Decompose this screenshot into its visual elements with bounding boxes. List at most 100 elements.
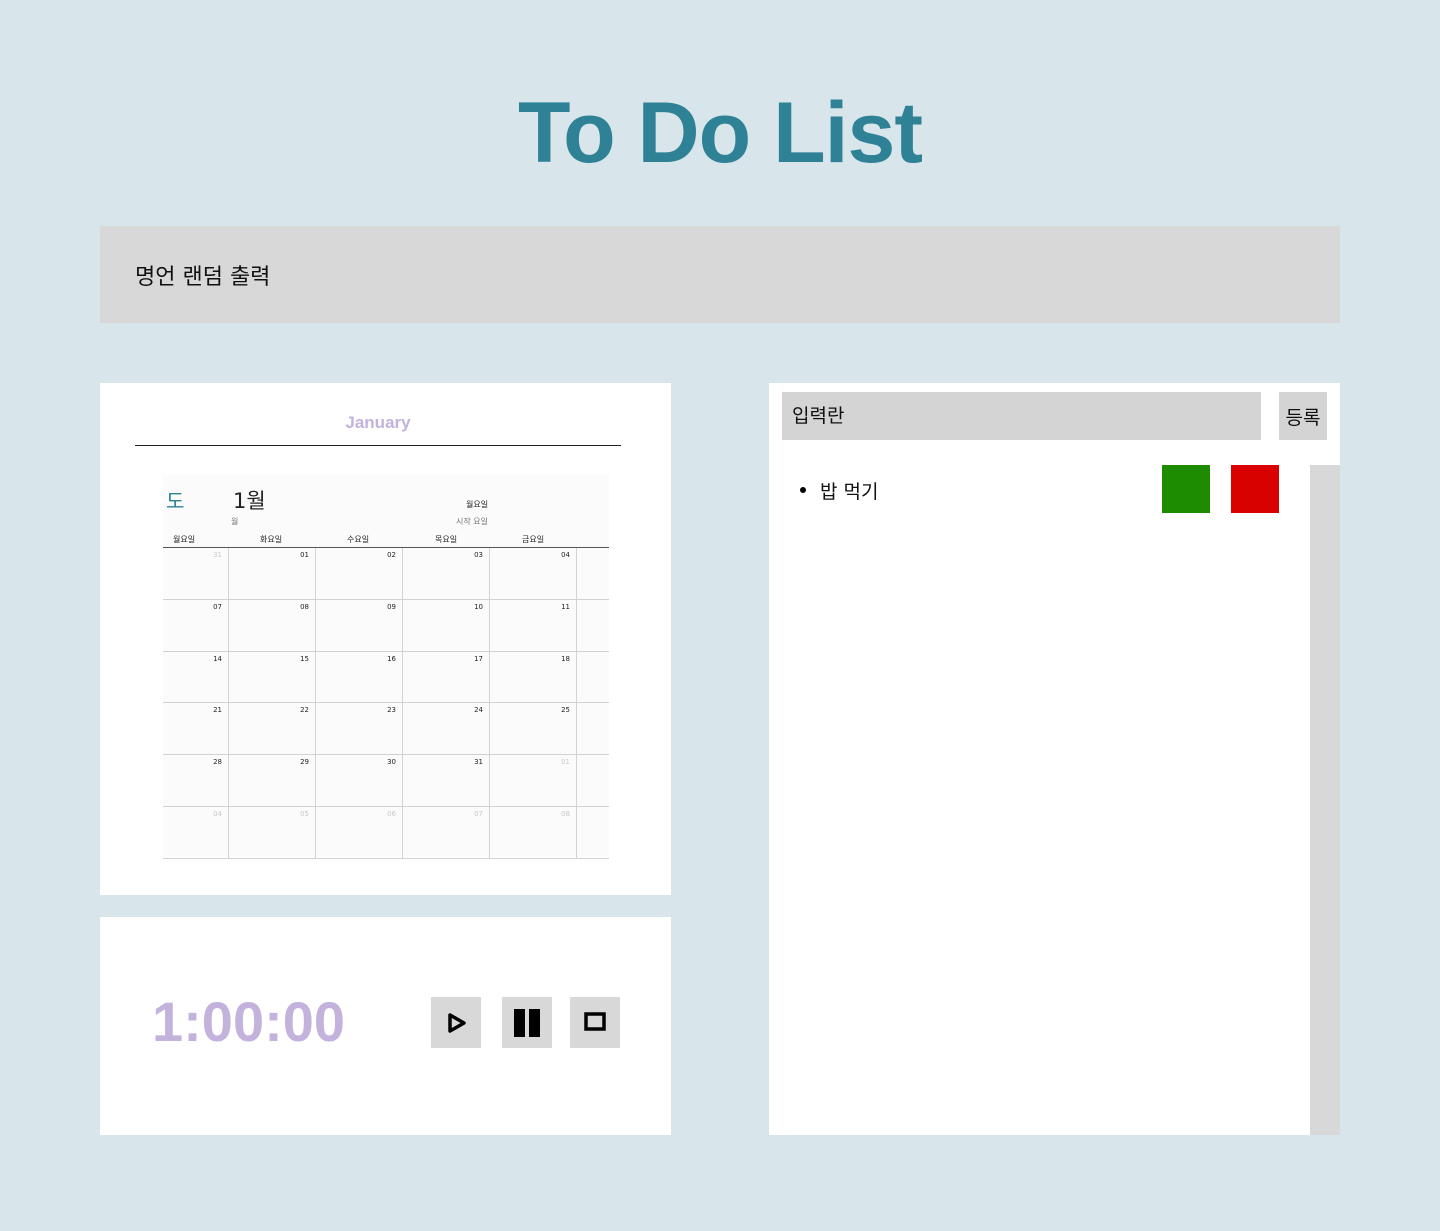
todo-panel: 등록 밥 먹기 (769, 383, 1340, 1135)
calendar-month-sub: 월 (231, 517, 239, 526)
calendar-day-cell: 03 (403, 548, 490, 599)
calendar-table: 월요일 화요일 수요일 목요일 금요일 31 01 02 03 04 07 08 09 10 11 14 15… (163, 531, 609, 859)
calendar-day-number: 01 (561, 758, 570, 767)
calendar-day-number: 02 (387, 551, 396, 559)
calendar-day-cell: 02 (316, 548, 403, 599)
calendar-weekday-label: 화요일 (260, 535, 283, 544)
calendar-day-cell: 08 (229, 599, 316, 651)
calendar-day-cell: 16 (316, 651, 403, 703)
calendar-day-number: 18 (561, 654, 570, 663)
calendar-day-number: 09 (387, 602, 396, 611)
page-title: To Do List (517, 85, 923, 181)
calendar-day-number: 08 (561, 809, 570, 818)
play-icon (448, 1012, 466, 1033)
calendar-day-cell: 01 (229, 548, 316, 599)
calendar-day-cell: 07 (163, 599, 229, 651)
calendar-day-number: 04 (561, 551, 570, 559)
calendar-weekday-label: 금요일 (522, 535, 545, 544)
calendar-day-number: 11 (561, 602, 570, 611)
calendar-day-cell: 25 (490, 703, 577, 755)
stop-button[interactable] (570, 997, 620, 1048)
calendar-day-number: 07 (474, 809, 483, 818)
calendar-weekday-label: 목요일 (435, 535, 458, 544)
calendar-day-cell: 09 (316, 599, 403, 651)
add-todo-button[interactable]: 등록 (1279, 392, 1327, 440)
calendar-day-number: 30 (387, 758, 396, 767)
calendar-day-cell: 18 (490, 651, 577, 703)
calendar-day-cell: 29 (229, 755, 316, 806)
calendar-weekday-header: 월요일 화요일 수요일 목요일 금요일 (163, 531, 609, 548)
calendar-day-number: 04 (213, 809, 222, 818)
calendar-day-cell: 15 (229, 651, 316, 703)
todo-input[interactable] (782, 392, 1261, 440)
calendar-day-cell: 08 (490, 806, 577, 858)
calendar-day-cell: 11 (490, 599, 577, 651)
calendar-day-cell: 31 (163, 548, 229, 599)
calendar-day-cell: 01 (490, 755, 577, 806)
calendar-start-day: 월요일 (466, 500, 489, 509)
calendar-week-row: 07 08 09 10 11 (163, 599, 609, 652)
calendar-start-day-label: 시작 요일 (456, 517, 488, 526)
calendar-day-number: 21 (213, 706, 222, 715)
calendar-day-number: 14 (213, 654, 222, 663)
calendar-day-number: 31 (213, 551, 222, 559)
calendar-day-cell: 17 (403, 651, 490, 703)
delete-todo-button[interactable] (1231, 465, 1279, 513)
calendar-divider (135, 445, 621, 446)
calendar-month-label: 1월 (233, 489, 266, 513)
quote-text: 명언 랜덤 출력 (135, 264, 271, 290)
play-button[interactable] (431, 997, 481, 1048)
timer-display: 1:00:00 (152, 990, 346, 1053)
calendar-week-row: 21 22 23 24 25 (163, 703, 609, 756)
calendar-day-cell: 05 (229, 806, 316, 858)
timer-panel: 1:00:00 (100, 917, 671, 1135)
pause-button[interactable] (502, 997, 552, 1048)
calendar-day-cell: 10 (403, 599, 490, 651)
todo-list: 밥 먹기 (769, 465, 1310, 1135)
stop-icon (584, 1011, 606, 1031)
calendar-day-number: 07 (213, 602, 222, 611)
calendar-week-row: 14 15 16 17 18 (163, 651, 609, 704)
calendar-day-number: 24 (474, 706, 483, 715)
calendar-day-cell: 14 (163, 651, 229, 703)
todo-scrollbar[interactable] (1310, 465, 1340, 1135)
calendar-day-cell: 30 (316, 755, 403, 806)
todo-item-text: 밥 먹기 (820, 481, 879, 503)
pause-icon (514, 1008, 540, 1037)
calendar-day-cell: 21 (163, 703, 229, 755)
calendar-day-cell: 28 (163, 755, 229, 806)
calendar-heading: January (345, 413, 411, 432)
calendar-day-number: 22 (300, 706, 309, 715)
todo-item: 밥 먹기 (769, 465, 1310, 513)
calendar-panel: January 도 1월 월 월요일 시작 요일 월요일 화요일 수요일 목요일 금요일… (100, 383, 671, 895)
calendar-week-row: 31 01 02 03 04 (163, 548, 609, 600)
calendar-grid: 31 01 02 03 04 07 08 09 10 11 14 15 16 17 18 21 22 23 24 25… (163, 548, 609, 859)
calendar-day-number: 05 (300, 809, 309, 818)
calendar-weekday-label: 월요일 (173, 535, 196, 544)
calendar-day-number: 06 (387, 809, 396, 818)
calendar-day-number: 08 (300, 602, 309, 611)
bullet-icon (800, 487, 806, 493)
calendar-weekday-label: 수요일 (347, 535, 370, 544)
calendar-day-number: 16 (387, 654, 396, 663)
calendar-image: 도 1월 월 월요일 시작 요일 월요일 화요일 수요일 목요일 금요일 31 01 02 0… (163, 475, 609, 859)
calendar-week-row: 04 05 06 07 08 (163, 806, 609, 859)
calendar-day-cell: 06 (316, 806, 403, 858)
calendar-day-number: 17 (474, 654, 483, 663)
quote-banner: 명언 랜덤 출력 (100, 226, 1340, 323)
calendar-day-cell: 24 (403, 703, 490, 755)
calendar-day-number: 01 (300, 551, 309, 559)
calendar-day-cell: 23 (316, 703, 403, 755)
calendar-day-number: 03 (474, 551, 483, 559)
calendar-day-cell: 31 (403, 755, 490, 806)
calendar-logo: 도 (166, 489, 185, 513)
calendar-day-number: 28 (213, 758, 222, 767)
calendar-day-cell: 04 (163, 806, 229, 858)
calendar-day-number: 10 (474, 602, 483, 611)
calendar-week-row: 28 29 30 31 01 (163, 755, 609, 807)
calendar-day-number: 31 (474, 758, 483, 767)
calendar-day-cell: 22 (229, 703, 316, 755)
calendar-day-cell: 04 (490, 548, 577, 599)
complete-todo-button[interactable] (1162, 465, 1210, 513)
calendar-day-number: 23 (387, 706, 396, 715)
